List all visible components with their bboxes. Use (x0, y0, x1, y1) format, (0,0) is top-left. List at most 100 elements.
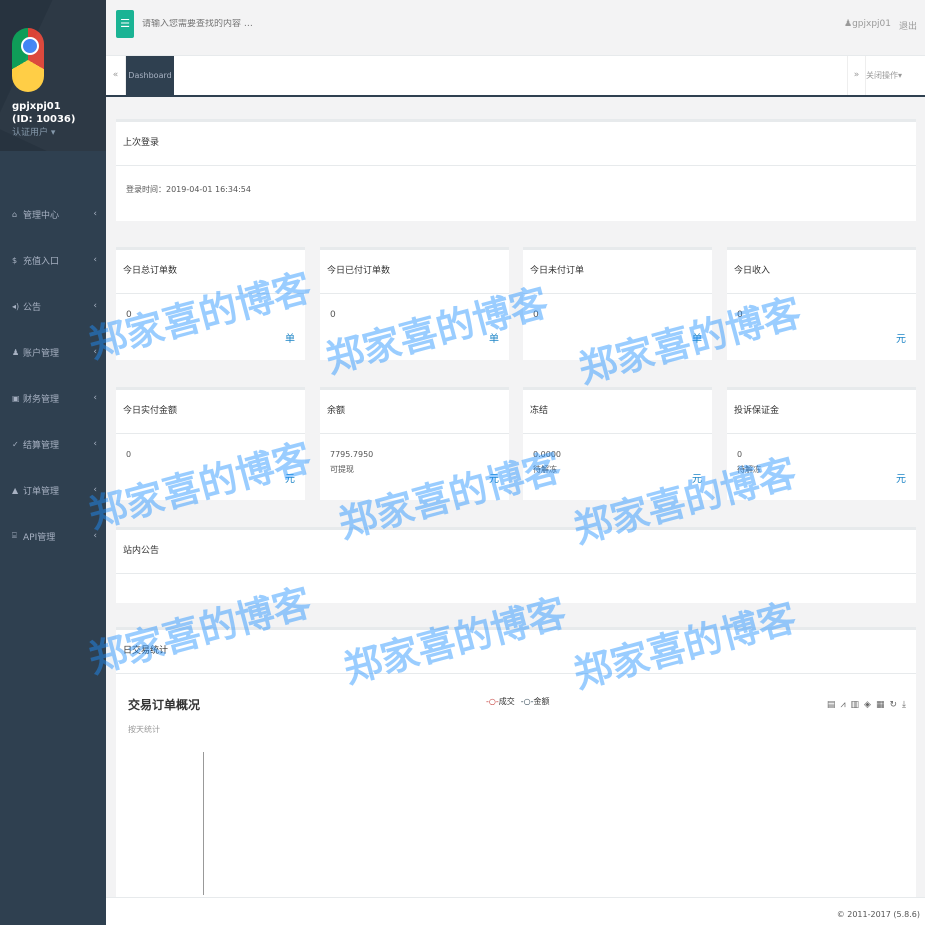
sidebar: gpjxpj01 (ID: 10036) 认证用户 ▾ ⌂ 管理中心 ‹ $ 充值入口… (0, 0, 106, 925)
chrome-icon (12, 28, 44, 92)
stat-card: 今日总订单数 0 单 (116, 247, 305, 360)
sidebar-item-label: 公告 (23, 302, 42, 313)
chevron-left-icon: ‹ (93, 439, 97, 449)
tab-dashboard[interactable]: Dashboard (126, 56, 174, 95)
line-chart-icon[interactable]: ⩘ (840, 700, 845, 710)
sidebar-nav: ⌂ 管理中心 ‹ $ 充值入口 ‹ ◂) 公告 ‹ ♟ 账户管理 ‹ ▣ 财务管理 ‹ ✓ 结算管理 ‹… (0, 191, 106, 559)
tab-scroll-left-button[interactable]: « (106, 56, 126, 95)
data-view-icon[interactable]: ▤ (827, 700, 836, 710)
tab-scroll-right-button[interactable]: » (847, 56, 865, 95)
sidebar-item-notice[interactable]: ◂) 公告 ‹ (0, 283, 106, 329)
sidebar-item-api[interactable]: ⌸ API管理 ‹ (0, 513, 106, 559)
stat-card: 余额 7795.7950 可提现元 (320, 387, 509, 500)
legend-marker-icon: -○- (520, 697, 534, 706)
user-icon: ♟ (844, 19, 853, 29)
footer-copyright: © 2011-2017 (5.8.6) (106, 897, 925, 925)
chart-y-axis (203, 752, 204, 895)
stat-title: 今日收入 (727, 250, 916, 294)
stat-value: 0 (126, 450, 132, 459)
chart-legend: -○-成交 -○-金额 (486, 696, 550, 707)
bank-icon: ⌸ (12, 531, 17, 540)
daily-trade-panel: 日交易统计 交易订单概况 按天统计 -○-成交 -○-金额 ▤ ⩘ ▥ ◈ ▦ … (116, 627, 916, 897)
stat-value: 0 (533, 310, 539, 320)
chevron-left-icon: ‹ (93, 531, 97, 541)
username: gpjxpj01 (12, 101, 61, 112)
refresh-icon[interactable]: ↻ (889, 700, 897, 710)
user-role-dropdown[interactable]: 认证用户 ▾ (12, 126, 106, 140)
stat-unit: 元 (692, 474, 702, 485)
user-icon: ♟ (12, 347, 20, 357)
cart-icon: ▲ (12, 485, 19, 495)
tab-bar: « Dashboard » 关闭操作▾ (106, 56, 925, 97)
logout-link[interactable]: 退出 (899, 19, 917, 32)
sidebar-item-label: 订单管理 (23, 486, 60, 497)
menu-toggle-button[interactable]: ☰ (116, 10, 134, 38)
sidebar-item-label: 充值入口 (23, 256, 60, 267)
stat-subtext: 待解冻 (737, 465, 761, 474)
dollar-icon: $ (12, 255, 18, 265)
stat-unit: 元 (896, 334, 906, 345)
sidebar-item-settlement[interactable]: ✓ 结算管理 ‹ (0, 421, 106, 467)
stat-subtext: 可提现 (330, 465, 354, 474)
legend-item-amount[interactable]: -○-金额 (521, 696, 550, 707)
bar-chart-icon[interactable]: ▥ (851, 700, 860, 710)
chevron-left-icon: ‹ (93, 255, 97, 265)
avatar[interactable] (12, 28, 44, 92)
sidebar-item-label: 账户管理 (23, 348, 60, 359)
user-id: (ID: 10036) (12, 114, 76, 125)
stat-unit: 单 (692, 334, 702, 345)
chevron-left-icon: ‹ (93, 301, 97, 311)
chevron-left-icon: ‹ (93, 347, 97, 357)
legend-item-deals[interactable]: -○-成交 (486, 696, 515, 707)
sidebar-item-label: 结算管理 (23, 440, 60, 451)
tiled-icon[interactable]: ▦ (876, 700, 885, 710)
user-menu-link[interactable]: ♟gpjxpj01 (844, 19, 891, 29)
close-operations-dropdown[interactable]: 关闭操作▾ (865, 56, 905, 95)
legend-marker-icon: -○- (486, 697, 499, 706)
user-menu-label: gpjxpj01 (852, 19, 891, 29)
volume-icon: ◂) (12, 301, 20, 311)
stat-value: 0 (737, 310, 743, 320)
download-icon[interactable]: ⤓ (902, 700, 906, 710)
stat-unit: 元 (896, 474, 906, 485)
sidebar-item-orders[interactable]: ▲ 订单管理 ‹ (0, 467, 106, 513)
chevron-left-icon: ‹ (93, 393, 97, 403)
stat-card: 今日收入 0 元 (727, 247, 916, 360)
sidebar-item-label: API管理 (23, 532, 56, 543)
sidebar-item-admin-center[interactable]: ⌂ 管理中心 ‹ (0, 191, 106, 237)
sidebar-item-account[interactable]: ♟ 账户管理 ‹ (0, 329, 106, 375)
stat-title: 今日未付订单 (523, 250, 712, 294)
stat-value: 0 (126, 310, 132, 320)
chart-subtitle: 按天统计 (128, 725, 160, 734)
stat-unit: 元 (489, 474, 499, 485)
chart-toolbox: ▤ ⩘ ▥ ◈ ▦ ↻ ⤓ (827, 700, 906, 710)
sidebar-item-recharge[interactable]: $ 充值入口 ‹ (0, 237, 106, 283)
last-login-panel: 上次登录 登录时间：2019-04-01 16:34:54 (116, 119, 916, 221)
stat-unit: 单 (285, 334, 295, 345)
stat-value: 0.0000 (533, 450, 561, 459)
panel-title: 上次登录 (116, 122, 916, 166)
stat-value: 0 (737, 450, 743, 459)
main-content: 上次登录 登录时间：2019-04-01 16:34:54 今日总订单数 0单 … (106, 97, 925, 897)
chart-title: 交易订单概况 (128, 698, 201, 712)
stat-card: 今日已付订单数 0 单 (320, 247, 509, 360)
stat-title: 余额 (320, 390, 509, 434)
stack-icon[interactable]: ◈ (864, 700, 871, 710)
stat-subtext: 待解冻 (533, 465, 557, 474)
stat-card: 今日实付金额 0 元 (116, 387, 305, 500)
stat-card: 冻结 0.0000 待解冻元 (523, 387, 712, 500)
sidebar-item-finance[interactable]: ▣ 财务管理 ‹ (0, 375, 106, 421)
stat-value: 0 (330, 310, 336, 320)
stat-title: 今日总订单数 (116, 250, 305, 294)
money-icon: ▣ (12, 393, 20, 403)
stat-title: 今日实付金额 (116, 390, 305, 434)
sidebar-item-label: 财务管理 (23, 394, 60, 405)
search-input[interactable] (142, 19, 442, 29)
check-icon: ✓ (12, 439, 19, 449)
stat-value: 7795.7950 (330, 450, 374, 459)
sidebar-item-label: 管理中心 (23, 210, 60, 221)
profile-panel: gpjxpj01 (ID: 10036) 认证用户 ▾ (0, 0, 106, 151)
legend-label: 成交 (498, 697, 515, 706)
legend-label: 金额 (533, 697, 550, 706)
stat-unit: 单 (489, 334, 499, 345)
